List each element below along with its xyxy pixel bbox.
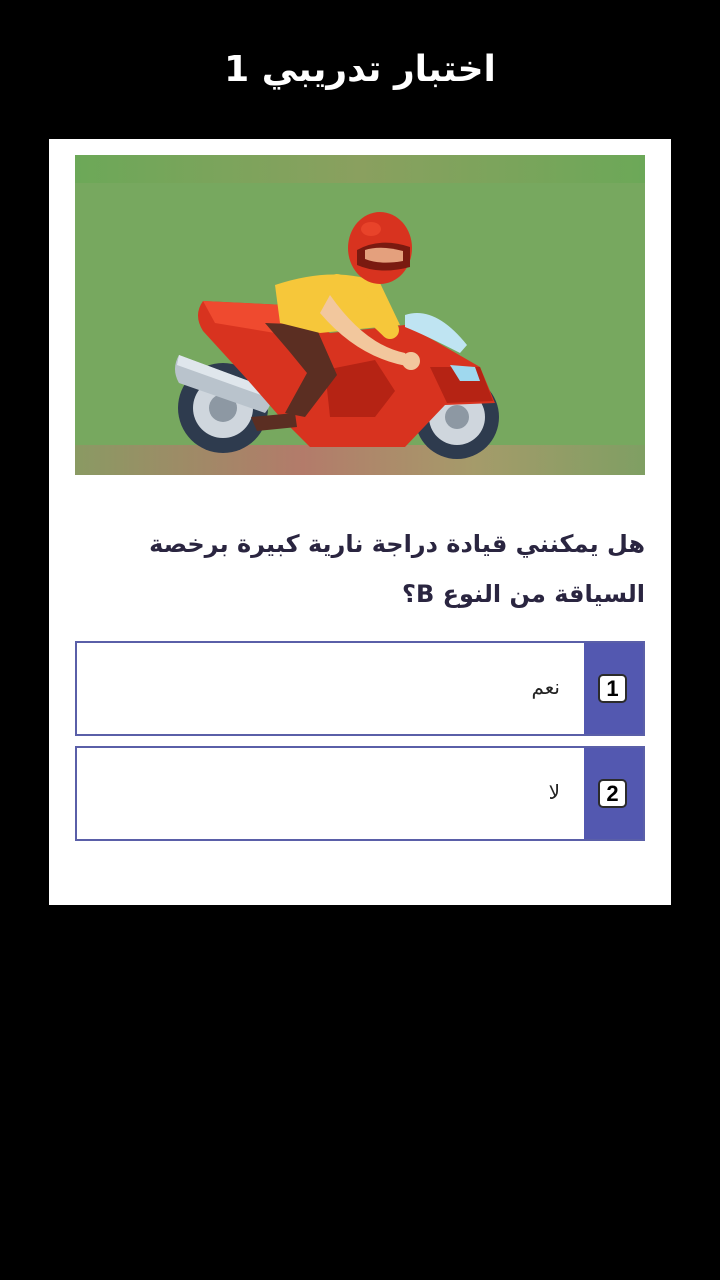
question-text: هل يمكنني قيادة دراجة نارية كبيرة برخصة … <box>149 530 645 608</box>
answer-label: لا <box>548 780 560 804</box>
answer-option-1[interactable]: 1 نعم <box>75 641 645 736</box>
question-image <box>75 155 645 475</box>
motorcycle-rider-illustration <box>75 155 645 475</box>
answer-number-column: 2 <box>584 748 643 839</box>
answer-number-badge: 1 <box>598 674 627 703</box>
answer-label: نعم <box>531 675 560 699</box>
answer-option-2[interactable]: 2 لا <box>75 746 645 841</box>
answer-number-badge: 2 <box>598 779 627 808</box>
page-title: اختبار تدريبي 1 <box>224 49 496 90</box>
question-card: هل يمكنني قيادة دراجة نارية كبيرة برخصة … <box>49 139 671 905</box>
answer-number-column: 1 <box>584 643 643 734</box>
